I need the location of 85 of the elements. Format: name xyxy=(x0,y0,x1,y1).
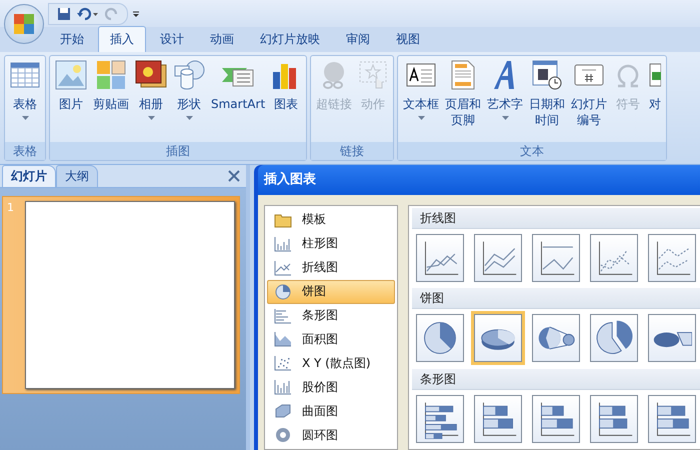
chart-thumbnail[interactable] xyxy=(416,394,464,443)
column-chart-icon xyxy=(274,236,292,252)
doughnut-chart-icon xyxy=(274,427,292,444)
panel-tab[interactable]: 幻灯片 xyxy=(2,165,56,187)
calendar-clock-icon xyxy=(532,60,562,90)
ribbon-button[interactable]: 艺术字 xyxy=(485,58,526,140)
pie-chart-icon xyxy=(274,284,292,300)
chart-thumbnail[interactable] xyxy=(648,314,696,362)
chart-thumbnail[interactable] xyxy=(532,314,580,362)
chart-type-item[interactable]: 曲面图 xyxy=(267,399,395,424)
picture-icon xyxy=(55,60,87,90)
group-label: 文本 xyxy=(398,142,666,160)
caret-icon[interactable] xyxy=(502,116,509,120)
ribbon-button[interactable]: 页眉和 页脚 xyxy=(443,58,484,140)
ribbon-tab[interactable]: 幻灯片放映 xyxy=(248,26,332,52)
chart-type-item[interactable]: 股价图 xyxy=(267,375,395,400)
section-header: 饼图 xyxy=(412,288,700,310)
dialog-title: 插入图表 xyxy=(258,165,700,195)
ribbon-button[interactable]: 相册 xyxy=(133,58,169,140)
undo-icon[interactable] xyxy=(77,6,99,20)
folder-icon xyxy=(274,212,292,228)
chart-thumbnail[interactable] xyxy=(416,234,464,282)
chart-type-item[interactable]: 模板 xyxy=(267,208,395,232)
ribbon-button[interactable]: 日期和 时间 xyxy=(527,58,568,140)
page-header-icon xyxy=(450,60,476,90)
ribbon-button[interactable]: 图片 xyxy=(53,58,89,140)
table-icon xyxy=(10,60,40,90)
ribbon-button[interactable]: 形状 xyxy=(171,58,207,140)
chart-thumbnail[interactable] xyxy=(474,234,522,282)
scatter-chart-icon xyxy=(274,355,292,372)
ribbon-tab[interactable]: 设计 xyxy=(148,26,196,52)
panel-tab[interactable]: 大纲 xyxy=(56,165,98,187)
chart-thumbnail[interactable] xyxy=(590,314,638,362)
ribbon-button[interactable]: 剪贴画 xyxy=(91,58,131,140)
office-button[interactable] xyxy=(4,4,44,44)
section-header: 折线图 xyxy=(412,208,700,229)
ribbon-tab[interactable]: 开始 xyxy=(48,26,96,52)
chart-thumbnail[interactable] xyxy=(532,394,580,443)
slide-number: 1 xyxy=(7,201,15,216)
ribbon-tab[interactable]: 动画 xyxy=(198,26,246,52)
chart-thumbnail[interactable] xyxy=(590,234,638,282)
chart-type-item[interactable]: 圆环图 xyxy=(267,423,395,448)
customize-toolbar-icon[interactable] xyxy=(132,10,140,18)
caret-icon[interactable] xyxy=(418,116,425,120)
chart-type-item[interactable]: 饼图 xyxy=(267,280,395,304)
stock-chart-icon xyxy=(274,379,292,396)
area-chart-icon xyxy=(274,331,292,348)
star-hand-icon xyxy=(358,60,388,90)
chart-thumbnail[interactable] xyxy=(648,394,696,443)
caret-icon[interactable] xyxy=(148,116,154,120)
ribbon-tab[interactable]: 视图 xyxy=(384,26,432,52)
chart-thumbnail[interactable] xyxy=(474,314,522,362)
caret-icon[interactable] xyxy=(186,116,192,120)
ribbon-tab[interactable]: 插入 xyxy=(98,26,146,52)
section-header: 条形图 xyxy=(412,368,700,390)
chart-type-item[interactable]: X Y (散点图) xyxy=(267,351,395,376)
chart-type-item[interactable]: 条形图 xyxy=(267,304,395,328)
save-icon[interactable] xyxy=(57,6,71,20)
group-label: 插图 xyxy=(50,142,306,160)
group-label: 表格 xyxy=(5,142,45,160)
caret-icon[interactable] xyxy=(22,116,28,120)
clipart-icon xyxy=(96,60,126,90)
photo-album-icon xyxy=(135,60,167,90)
ribbon-button[interactable]: 表格 xyxy=(8,58,42,140)
chart-type-item[interactable]: 柱形图 xyxy=(267,232,395,256)
chart-thumbnail[interactable] xyxy=(590,394,638,443)
ribbon-tab[interactable]: 审阅 xyxy=(334,26,382,52)
ribbon-button[interactable]: SmartArt xyxy=(209,58,268,140)
group-label: 链接 xyxy=(311,142,394,160)
chart-thumbnail[interactable] xyxy=(532,234,580,282)
surface-chart-icon xyxy=(274,403,292,420)
ribbon-button[interactable]: 幻灯片 编号 xyxy=(569,58,610,140)
chart-thumbnail[interactable] xyxy=(416,314,464,362)
ribbon-button[interactable]: 文本框 xyxy=(401,58,442,140)
chart-type-item[interactable]: 面积图 xyxy=(267,328,395,352)
bar-chart-icon xyxy=(274,308,292,324)
chart-thumbnail[interactable] xyxy=(474,394,522,443)
ribbon-button[interactable]: 对 xyxy=(647,58,664,140)
line-chart-icon xyxy=(274,260,292,276)
chart-type-item[interactable]: 折线图 xyxy=(267,256,395,280)
shapes-icon xyxy=(173,60,205,90)
office-logo-icon xyxy=(13,13,35,35)
chart-thumbnail[interactable] xyxy=(648,234,696,282)
ribbon-button[interactable]: 图表 xyxy=(269,58,304,140)
close-icon[interactable] xyxy=(228,170,240,182)
